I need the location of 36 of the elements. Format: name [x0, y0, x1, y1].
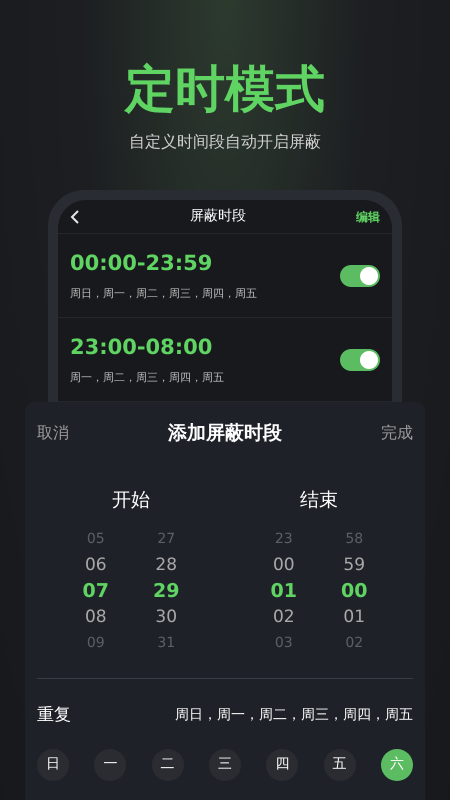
day-toggle[interactable]: 五: [324, 748, 356, 780]
wheel-item[interactable]: 08: [84, 604, 107, 630]
day-toggle[interactable]: 四: [266, 748, 298, 780]
back-icon[interactable]: [70, 208, 80, 224]
day-toggle[interactable]: 一: [94, 748, 126, 780]
hero-subtitle: 自定义时间段自动开启屏蔽: [129, 131, 321, 153]
schedule-days: 周一，周二，周三，周四，周五: [70, 372, 340, 382]
schedule-time: 23:00-08:00: [70, 336, 214, 358]
picker-label: 开始: [112, 488, 150, 513]
done-button[interactable]: 完成: [381, 421, 413, 445]
wheel-item[interactable]: 01: [343, 604, 366, 630]
day-toggle[interactable]: 三: [208, 748, 241, 780]
wheel-item[interactable]: 07: [82, 578, 109, 604]
wheel-item[interactable]: 00: [272, 552, 295, 578]
wheel-item[interactable]: 01: [270, 578, 297, 604]
sheet-title: 添加屏蔽时段: [166, 420, 283, 446]
repeat-label: 重复: [37, 704, 71, 727]
hero-title: 定时模式: [125, 59, 325, 120]
repeat-value: 周日，周一，周二，周三，周四，周五: [175, 706, 413, 726]
schedule-toggle[interactable]: [340, 348, 380, 370]
wheel-item[interactable]: 02: [272, 604, 295, 630]
wheel-item[interactable]: 30: [155, 604, 178, 630]
day-toggle[interactable]: 二: [152, 748, 184, 780]
wheel-item[interactable]: 28: [155, 552, 178, 578]
schedule-time: 00:00-23:59: [70, 252, 214, 274]
wheel-item[interactable]: 29: [153, 578, 180, 604]
picker-label: 结束: [300, 488, 338, 513]
schedule-toggle[interactable]: [340, 264, 380, 286]
cancel-button[interactable]: 取消: [37, 421, 69, 445]
wheel-item[interactable]: 59: [343, 552, 366, 578]
wheel-item[interactable]: 00: [341, 578, 368, 604]
edit-button[interactable]: 编辑: [356, 208, 380, 226]
day-toggle[interactable]: 日: [37, 748, 69, 780]
schedule-days: 周日，周一，周二，周三，周四，周五: [70, 288, 340, 298]
wheel-item[interactable]: 06: [84, 552, 107, 578]
screen-title: 屏蔽时段: [189, 207, 247, 226]
